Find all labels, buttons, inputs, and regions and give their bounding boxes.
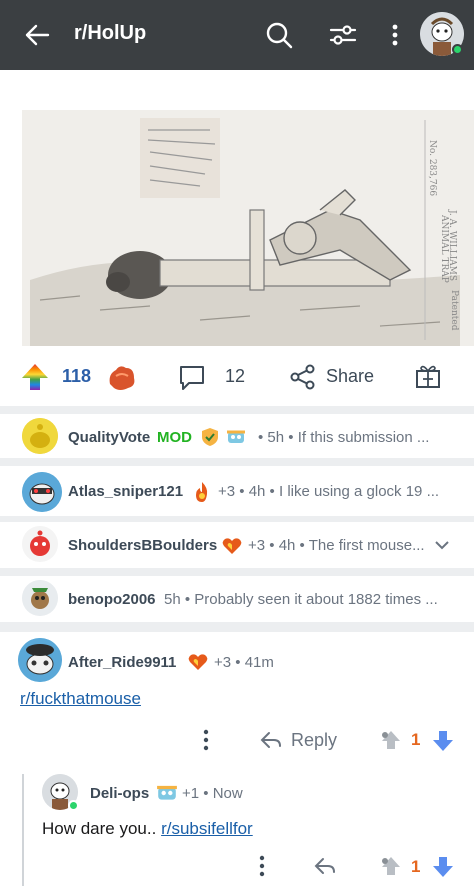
comment-count: 12 [225,366,246,386]
subreddit-title[interactable]: r/HolUp [74,22,146,45]
comment-username[interactable]: Atlas_sniper121 [68,483,183,500]
comment-username[interactable]: benopo2006 [68,591,156,608]
avatar [22,580,58,616]
more-vertical-icon[interactable] [380,20,410,50]
chevron-down-icon[interactable] [435,540,449,550]
comment-time: • 4h • [269,537,305,554]
top-app-bar: r/HolUp [0,0,474,70]
mod-badge: MOD [157,429,192,446]
avatar [22,472,62,512]
downvote-icon[interactable] [430,728,456,754]
avatar [22,418,58,454]
robot-award-icon [227,430,245,443]
comment-username[interactable]: After_Ride9911 [68,654,176,671]
reply-icon[interactable] [314,856,336,876]
collapsed-comment[interactable]: ShouldersBBoulders +3 • 4h • The first m… [0,522,474,568]
award-count: +1 [182,785,200,802]
patent-drawing-image: No. 283,766 J. A. WILLIAMS ANIMAL TRAP P… [0,70,474,346]
arrow-left-icon[interactable] [22,20,52,50]
comment-meta: +3 • 41m [214,654,274,671]
more-options-icon[interactable] [196,728,216,752]
award-count: +3 [248,537,266,554]
comment-username[interactable]: QualityVote [68,429,150,446]
post-action-bar: 118 12 Share [0,346,474,406]
share-icon[interactable] [290,364,316,390]
comment-time: • Now [203,785,243,802]
downvote-icon[interactable] [430,854,456,880]
collapsed-comment[interactable]: benopo2006 5h • Probably seen it about 1… [0,576,474,622]
robot-award-icon [157,785,177,800]
comment-text: How dare you.. [42,819,157,838]
avatar [22,526,58,562]
comment-body: r/fuckthatmouse [20,689,141,709]
subreddit-link[interactable]: r/fuckthatmouse [20,689,141,708]
svg-text:ANIMAL TRAP: ANIMAL TRAP [439,214,449,283]
comment-meta: 5h • Probably seen it about 1882 times .… [164,591,464,608]
comment-time: • 5h • [258,429,294,446]
comment-username[interactable]: Deli-ops [90,785,149,802]
reply-button[interactable]: Reply [291,730,337,751]
comment-preview: Probably seen it about 1882 times ... [194,591,438,608]
comment-score: 1 [411,730,421,749]
more-options-icon[interactable] [252,854,272,878]
comment-time: • 41m [235,654,274,671]
reply-icon[interactable] [260,730,282,750]
comment-icon[interactable] [178,364,206,392]
sliders-icon[interactable] [328,20,358,50]
heart-fire-award-icon [222,538,242,554]
comment-meta: +1 • Now [182,785,243,802]
expanded-comment-thread: After_Ride9911 +3 • 41m r/fuckthatmouse … [0,632,474,886]
comment-time: • 4h • [239,483,275,500]
comment-preview: The first mouse... [308,537,425,554]
award-icon[interactable] [106,362,138,392]
online-status-dot [68,800,79,811]
comment-score: 1 [411,857,421,876]
award-count: +3 [214,654,232,671]
svg-text:Patented: Patented [449,290,459,331]
online-status-dot [452,44,463,55]
award-count: +3 [218,483,236,500]
share-label[interactable]: Share [326,366,374,387]
avatar [18,638,62,682]
svg-text:No. 283,766: No. 283,766 [427,140,437,196]
upvote-icon[interactable] [378,854,404,878]
comment-time: 5h • [164,591,191,608]
search-icon[interactable] [264,20,294,50]
subreddit-link[interactable]: r/subsifellfor [161,819,253,838]
comment-meta: • 5h • If this submission ... [258,429,474,446]
comment-username[interactable]: ShouldersBBoulders [68,537,217,554]
gift-award-icon[interactable] [414,362,442,390]
collapsed-comment[interactable]: Atlas_sniper121 +3 • 4h • I like using a… [0,466,474,516]
post-image[interactable]: No. 283,766 J. A. WILLIAMS ANIMAL TRAP P… [0,70,474,346]
comment-preview: If this submission ... [297,429,430,446]
collapsed-comment[interactable]: QualityVote MOD • 5h • If this submissio… [0,414,474,458]
comment-meta: +3 • 4h • I like using a glock 19 ... [218,483,474,500]
comment-preview: I like using a glock 19 ... [278,483,440,500]
post-score: 118 [62,366,92,386]
upvote-icon[interactable] [378,728,404,752]
comment-body: How dare you.. r/subsifellfor [42,819,253,839]
comment-meta: +3 • 4h • The first mouse... [248,537,452,554]
rainbow-upvote-icon[interactable] [20,362,50,392]
thread-line [22,774,24,886]
fire-award-icon [196,482,208,502]
shield-award-icon [202,428,218,446]
heart-fire-award-icon [188,654,208,670]
